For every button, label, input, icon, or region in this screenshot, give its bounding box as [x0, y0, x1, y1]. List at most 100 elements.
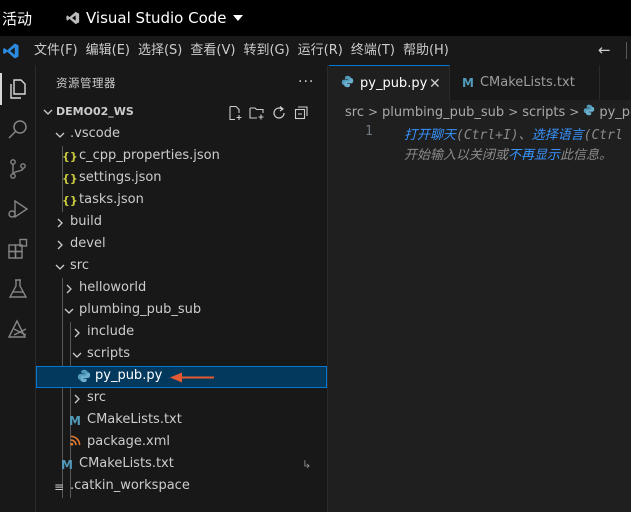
- app-name: Visual Studio Code: [86, 9, 227, 27]
- tree-item-src[interactable]: src: [36, 256, 327, 278]
- menu-run[interactable]: 运行(R): [294, 36, 347, 65]
- rss-file-icon: [70, 435, 81, 451]
- breadcrumb-item[interactable]: scripts: [522, 105, 565, 120]
- cmake-file-icon: M: [61, 458, 73, 472]
- tree-item-include[interactable]: include: [36, 322, 327, 344]
- explorer-title: 资源管理器: [56, 75, 116, 90]
- activities-button[interactable]: 活动: [0, 8, 58, 29]
- cmake-file-icon: M: [462, 75, 474, 90]
- chevron-down-icon: [55, 264, 65, 270]
- go-back-arrow-icon[interactable]: ←: [598, 36, 611, 65]
- menu-edit[interactable]: 编辑(E): [82, 36, 134, 65]
- python-file-icon: [341, 75, 354, 92]
- new-file-icon[interactable]: [226, 104, 244, 122]
- testing-flask-icon[interactable]: [0, 269, 36, 309]
- tree-item-c-cpp-properties[interactable]: {} c_cpp_properties.json: [36, 146, 327, 168]
- chevron-down-icon: [43, 109, 53, 115]
- explorer-icon[interactable]: [0, 69, 36, 109]
- hint-text: (Ctrl: [583, 128, 623, 143]
- tab-label: CMakeLists.txt: [479, 75, 575, 90]
- breadcrumb-item[interactable]: plumbing_pub_sub: [382, 105, 504, 120]
- tab-py-pub[interactable]: py_pub.py ✕: [329, 65, 450, 100]
- tree-item-cmakelists-inner[interactable]: M CMakeLists.txt: [36, 410, 327, 432]
- tab-label: py_pub.py: [360, 75, 428, 91]
- tree-item-plumbing-pub-sub[interactable]: plumbing_pub_sub: [36, 300, 327, 322]
- tree-item-package-xml[interactable]: package.xml: [36, 432, 327, 454]
- more-actions-icon[interactable]: ···: [298, 74, 314, 90]
- annotation-arrow-icon: [170, 372, 214, 383]
- tree-item-label: build: [70, 214, 102, 229]
- tree-item-label: c_cpp_properties.json: [79, 148, 220, 163]
- breadcrumb-item[interactable]: py_pub.py: [599, 105, 631, 120]
- tree-item-label: tasks.json: [79, 192, 144, 207]
- breadcrumb-item[interactable]: src: [345, 105, 364, 120]
- tree-item-label: settings.json: [79, 170, 162, 185]
- extensions-icon[interactable]: [0, 229, 36, 269]
- system-top-bar: 活动 Visual Studio Code: [0, 0, 631, 36]
- tree-item-label: CMakeLists.txt: [87, 412, 182, 427]
- activity-bar: [0, 65, 36, 512]
- hint-text: (Ctrl+I)、: [456, 128, 532, 143]
- tree-item-settings-json[interactable]: {} settings.json: [36, 168, 327, 190]
- new-folder-icon[interactable]: [248, 104, 266, 122]
- editor-tabs: py_pub.py ✕ M CMakeLists.txt: [329, 65, 631, 100]
- line-number: 1: [365, 124, 373, 139]
- tab-cmakelists[interactable]: M CMakeLists.txt: [450, 65, 600, 100]
- tree-item-label: CMakeLists.txt: [79, 456, 174, 471]
- menu-view[interactable]: 查看(V): [186, 36, 239, 65]
- workspace-header[interactable]: DEMO02_WS: [36, 102, 327, 124]
- menu-terminal[interactable]: 终端(T): [347, 36, 399, 65]
- tree-item-devel[interactable]: devel: [36, 234, 327, 256]
- hint-text: 此信息。: [560, 148, 613, 163]
- close-icon[interactable]: ✕: [429, 76, 441, 92]
- tree-item-vscode[interactable]: .vscode: [36, 124, 327, 146]
- chevron-down-icon: [55, 132, 65, 138]
- explorer-sidebar: 资源管理器 ··· DEMO02_WS .vscode {} c_cpp_pro…: [36, 65, 328, 512]
- tree-item-label: .vscode: [70, 126, 120, 141]
- tree-item-label: helloworld: [79, 280, 147, 295]
- workspace-name: DEMO02_WS: [56, 105, 134, 118]
- chevron-right-icon: [66, 284, 72, 294]
- tree-item-helloworld[interactable]: helloworld: [36, 278, 327, 300]
- dont-show-again-link[interactable]: 不再显示: [508, 148, 560, 163]
- json-file-icon: {}: [62, 194, 78, 207]
- chevron-down-icon: [64, 308, 74, 314]
- ros-extension-icon[interactable]: [0, 309, 36, 349]
- tree-item-tasks-json[interactable]: {} tasks.json: [36, 190, 327, 212]
- open-chat-link[interactable]: 打开聊天: [404, 128, 456, 143]
- run-debug-icon[interactable]: [0, 189, 36, 229]
- menu-go[interactable]: 转到(G): [239, 36, 293, 65]
- hint-text: 开始输入以关闭或: [404, 148, 509, 163]
- tree-item-cmakelists-src[interactable]: M CMakeLists.txt ↳: [36, 454, 327, 476]
- menu-file[interactable]: 文件(F): [30, 36, 82, 65]
- source-control-icon[interactable]: [0, 149, 36, 189]
- select-language-link[interactable]: 选择语言: [532, 128, 584, 143]
- menu-selection[interactable]: 选择(S): [134, 36, 186, 65]
- tree-item-scripts[interactable]: scripts: [36, 344, 327, 366]
- editor-area[interactable]: src > plumbing_pub_sub > scripts > py_pu…: [329, 100, 631, 512]
- tree-item-py-pub[interactable]: py_pub.py: [36, 366, 327, 388]
- python-file-icon: [583, 104, 595, 120]
- refresh-icon[interactable]: [270, 104, 288, 122]
- vscode-app-icon: [66, 11, 80, 25]
- chevron-down-icon: [72, 352, 82, 358]
- tree-item-label: plumbing_pub_sub: [79, 302, 202, 317]
- title-bar: 文件(F) 编辑(E) 选择(S) 查看(V) 转到(G) 运行(R) 终端(T…: [0, 36, 631, 65]
- cmake-file-icon: M: [69, 414, 81, 428]
- tree-item-catkin-workspace[interactable]: ≡ .catkin_workspace: [36, 476, 327, 498]
- chevron-right-icon: >: [508, 105, 519, 119]
- menu-help[interactable]: 帮助(H): [399, 36, 453, 65]
- tree-item-label: src: [70, 258, 89, 273]
- tree-item-label: include: [87, 324, 135, 339]
- collapse-all-icon[interactable]: [292, 104, 310, 122]
- chevron-right-icon: [57, 240, 63, 250]
- editor-hint-line-2: 开始输入以关闭或不再显示此信息。: [404, 144, 612, 163]
- app-menu[interactable]: Visual Studio Code: [66, 9, 243, 27]
- search-icon[interactable]: [0, 109, 36, 149]
- tree-item-label: .catkin_workspace: [70, 478, 190, 493]
- tree-item-build[interactable]: build: [36, 212, 327, 234]
- tree-item-src-inner[interactable]: src: [36, 388, 327, 410]
- tree-item-label: py_pub.py: [95, 368, 163, 383]
- title-divider: [626, 42, 627, 59]
- chevron-right-icon: [57, 218, 63, 228]
